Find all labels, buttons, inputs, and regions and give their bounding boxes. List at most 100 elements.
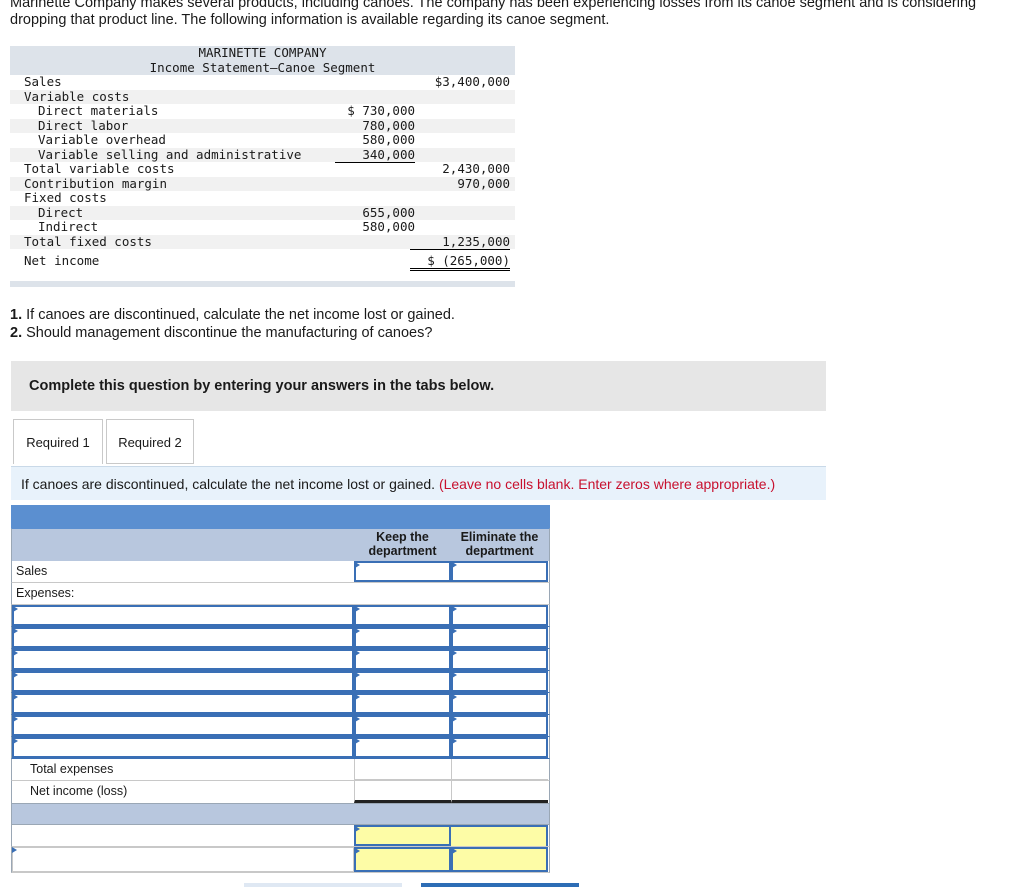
statement-row-label: Direct [38,204,84,220]
statement-row-detail-amount: 780,000 [362,117,415,133]
question-2-number: 2. [10,325,23,341]
statement-row: Total variable costs 2,430,000 [10,161,515,178]
statement-row-label: Total fixed costs [24,233,152,249]
question-1-text: If canoes are discontinued, calculate th… [22,307,455,323]
statement-row-label: Fixed costs [24,190,107,205]
expense-keep-input[interactable] [354,627,451,648]
statement-row-detail-amount: 580,000 [335,219,415,236]
statement-row: Variable costs [10,88,515,104]
table-separator-band [11,803,550,825]
statement-row-label: Variable selling and administrative [38,146,302,162]
statement-row: Fixed costs [10,190,515,206]
answer-table: Keep the department Eliminate the depart… [11,505,550,873]
problem-intro: Marinette Company makes several products… [10,0,977,28]
question-2: 2. Should management discontinue the man… [10,324,455,342]
expense-row [11,737,550,759]
expense-item-select[interactable] [12,715,354,736]
statement-title: Income Statement—Canoe Segment [149,59,376,75]
expense-eliminate-input[interactable] [451,649,548,670]
instruction-text: If canoes are discontinued, calculate th… [21,476,436,492]
expense-keep-input[interactable] [354,715,451,736]
net-income-eliminate [451,781,548,803]
statement-row: Indirect 580,000 [10,219,515,236]
expense-keep-input[interactable] [354,737,451,758]
expense-keep-input[interactable] [354,649,451,670]
statement-row: Contribution margin 970,000 [10,175,515,191]
difference-eliminate-cell [451,825,548,846]
expense-item-select[interactable] [12,649,354,670]
statement-row: Variable overhead 580,000 [10,132,515,148]
net-income-label: Net income (loss) [30,784,128,798]
statement-row-label: Indirect [38,219,99,234]
expense-item-select[interactable] [12,693,354,714]
expenses-label: Expenses: [16,586,75,600]
expense-eliminate-input[interactable] [451,671,548,692]
statement-row-label: Variable costs [24,88,130,104]
expense-row [11,605,550,627]
sales-label: Sales [16,564,48,578]
statement-row: Direct labor 780,000 [10,117,515,133]
sales-eliminate-input[interactable] [451,561,548,582]
expense-eliminate-input[interactable] [451,715,548,736]
table-top-band [11,505,550,528]
question-1-number: 1. [10,307,23,323]
income-lost-gained-row [11,847,550,873]
total-expenses-keep [354,759,451,780]
net-income-keep [354,781,451,803]
next-tab-button[interactable] [421,883,579,887]
expenses-heading-row: Expenses: [11,583,550,605]
prev-tab-button[interactable] [244,883,402,887]
instruction-note: (Leave no cells blank. Enter zeros where… [438,476,776,492]
table-column-header: Keep the department Eliminate the depart… [11,528,550,561]
statement-row-detail-amount: 340,000 [335,147,415,163]
statement-row: Direct 655,000 [10,204,515,220]
expense-eliminate-input[interactable] [451,737,548,758]
expense-eliminate-input[interactable] [451,693,548,714]
expense-item-select[interactable] [12,671,354,692]
statement-row-detail-amount: $ 730,000 [347,103,415,118]
statement-row-label: Net income [24,253,100,268]
tab-required-1[interactable]: Required 1 [13,419,103,464]
expense-row [11,715,550,737]
question-1: 1. If canoes are discontinued, calculate… [10,306,455,324]
tab-required-2[interactable]: Required 2 [106,419,194,464]
statement-row-label: Sales [24,74,62,89]
statement-row: Total fixed costs 1,235,000 [10,233,515,250]
statement-row-label: Direct materials [38,103,159,118]
expense-keep-input[interactable] [354,693,451,714]
difference-keep-cell [354,825,451,846]
statement-row-label: Contribution margin [24,175,167,191]
expense-keep-input[interactable] [354,605,451,626]
expense-eliminate-input[interactable] [451,627,548,648]
income-lost-gained-select[interactable] [12,847,354,872]
statement-row-total-amount: $ (265,000) [410,254,510,271]
total-expenses-eliminate [451,759,548,780]
expense-item-select[interactable] [12,605,354,626]
company-name: MARINETTE COMPANY [198,45,327,60]
instructions-banner: Complete this question by entering your … [11,361,826,411]
statement-row-label: Direct labor [38,117,129,133]
income-lost-gained-keep-input[interactable] [354,847,451,872]
total-expenses-label: Total expenses [30,762,114,776]
statement-row: Net income $ (265,000) [10,253,515,271]
sales-row: Sales [11,561,550,583]
expense-row [11,649,550,671]
keep-department-header: Keep the department [368,530,437,558]
income-statement: MARINETTE COMPANY Income Statement—Canoe… [10,45,515,287]
expense-item-select[interactable] [12,737,354,758]
expense-row [11,671,550,693]
income-lost-gained-eliminate-input[interactable] [451,847,548,872]
expense-keep-input[interactable] [354,671,451,692]
sales-keep-input[interactable] [354,561,451,582]
difference-row-1 [11,825,550,847]
expense-eliminate-input[interactable] [451,605,548,626]
statement-row: Sales $3,400,000 [10,74,515,90]
statement-row: Direct materials $ 730,000 [10,103,515,119]
statement-bottom-rule [10,280,515,287]
statement-row-label: Variable overhead [38,132,166,147]
expense-item-select[interactable] [12,627,354,648]
question-list: 1. If canoes are discontinued, calculate… [10,306,455,342]
statement-header: MARINETTE COMPANY Income Statement—Canoe… [10,45,515,75]
statement-row-detail-amount: 580,000 [362,132,415,147]
statement-row-label: Total variable costs [24,161,175,176]
